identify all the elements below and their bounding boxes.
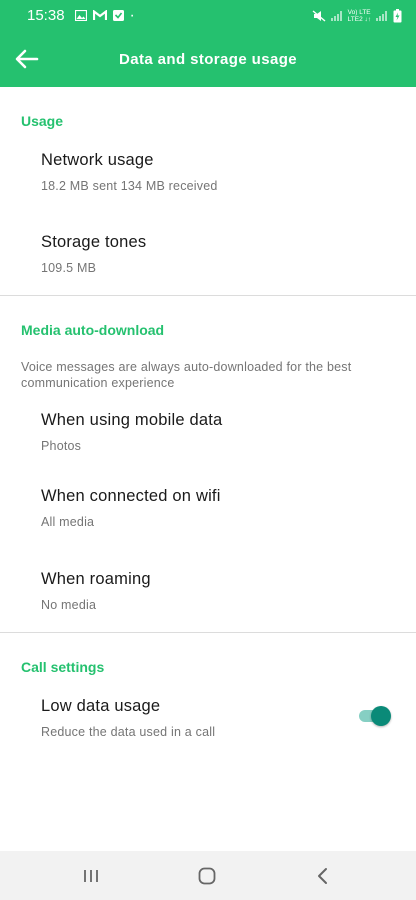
mute-icon [312,9,326,22]
low-data-usage-subtitle: Reduce the data used in a call [41,725,216,739]
network-usage-subtitle: 18.2 MB sent 134 MB received [41,179,218,193]
roaming-title: When roaming [41,570,151,588]
low-data-usage-toggle[interactable] [357,705,391,727]
wifi-item[interactable]: When connected on wifi All media [41,487,396,529]
signal-icon [330,10,343,21]
mobile-data-item[interactable]: When using mobile data Photos [41,411,396,453]
back-chevron-icon [316,867,330,885]
toggle-thumb [371,706,391,726]
dot-icon: · [129,6,135,24]
low-data-usage-title: Low data usage [41,697,161,715]
status-right: Vo) LTE LTE2 ↓↑ [312,8,402,23]
home-button[interactable] [192,863,222,889]
section-header-usage: Usage [21,113,64,129]
battery-charging-icon [393,8,402,23]
system-nav-bar [0,851,416,900]
network-usage-item[interactable]: Network usage 18.2 MB sent 134 MB receiv… [41,151,396,193]
roaming-item[interactable]: When roaming No media [41,570,396,612]
status-left: 15:38 · [27,7,135,25]
network-top-label: Vo) LTE [347,8,371,16]
home-icon [198,867,216,885]
wifi-subtitle: All media [41,515,95,529]
recent-apps-button[interactable] [76,863,106,889]
mobile-data-subtitle: Photos [41,439,82,453]
status-bar: 15:38 · Vo) LTE LTE2 ↓↑ [0,0,416,31]
signal-icon-2 [376,10,388,21]
section-header-media-auto-download: Media auto-download [21,322,165,338]
divider [0,632,416,633]
network-usage-title: Network usage [41,151,154,169]
download-icon [112,10,124,21]
storage-usage-subtitle: 109.5 MB [41,261,97,275]
divider [0,295,416,296]
mobile-data-title: When using mobile data [41,411,223,429]
nav-back-button[interactable] [308,863,338,889]
low-data-usage-item[interactable]: Low data usage Reduce the data used in a… [41,697,336,739]
roaming-subtitle: No media [41,598,97,612]
gallery-icon [74,10,87,21]
gmail-icon [92,10,107,21]
network-bottom-label: LTE2 ↓↑ [347,15,371,23]
page-title: Data and storage usage [118,50,298,68]
wifi-title: When connected on wifi [41,487,221,505]
section-header-call-settings: Call settings [21,659,105,675]
app-bar: Data and storage usage [0,31,416,87]
storage-usage-item[interactable]: Storage tones 109.5 MB [41,233,396,275]
storage-usage-title: Storage tones [41,233,147,251]
media-auto-download-note: Voice messages are always auto-downloade… [21,360,352,390]
network-indicator: Vo) LTE LTE2 ↓↑ [348,9,371,23]
status-time: 15:38 [27,7,65,24]
recent-apps-icon [82,868,100,884]
